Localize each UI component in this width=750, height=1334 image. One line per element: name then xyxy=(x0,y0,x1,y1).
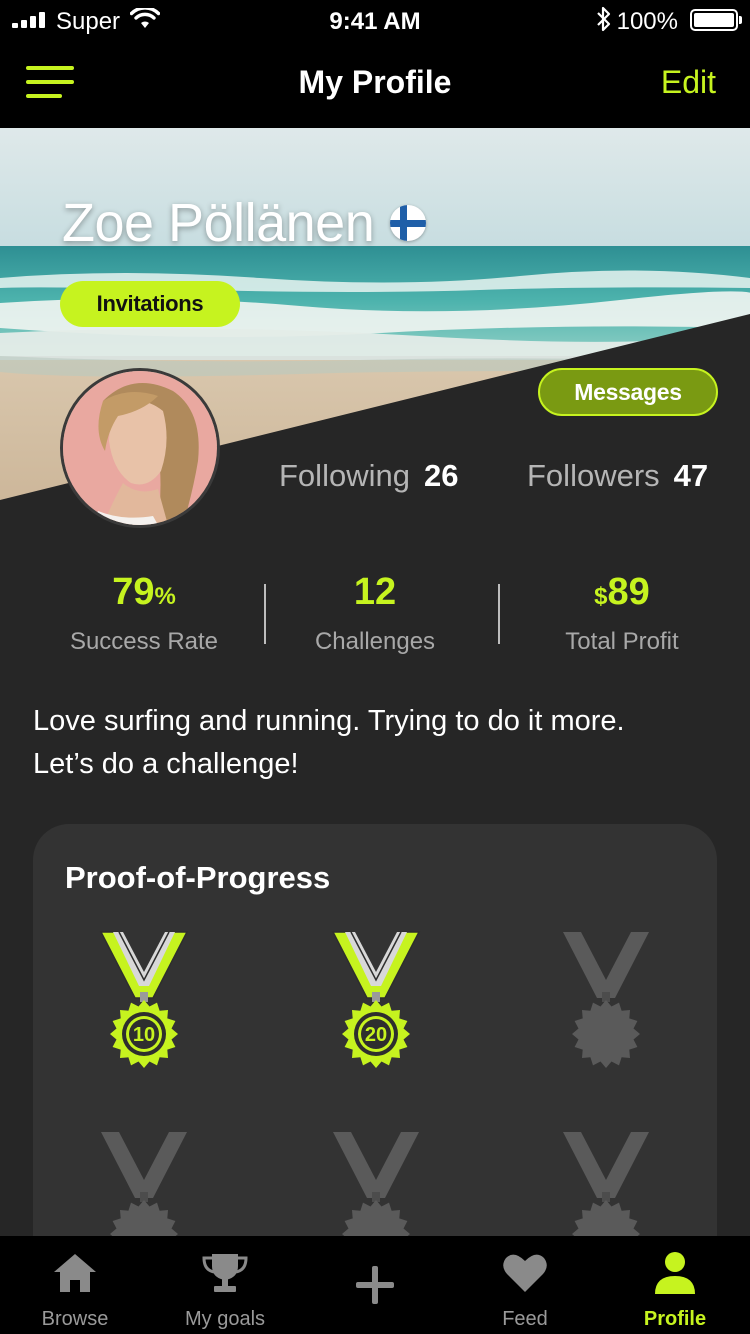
stats-row: 79% Success Rate 12 Challenges $89 Total… xyxy=(0,568,750,668)
medal-label: 10 xyxy=(133,1024,155,1046)
tab-label: Feed xyxy=(502,1308,548,1330)
heart-icon xyxy=(503,1254,547,1292)
avatar[interactable] xyxy=(60,368,220,528)
currency-symbol: $ xyxy=(594,583,608,610)
tab-label: My goals xyxy=(184,1308,266,1330)
tab-my-goals[interactable]: My goals xyxy=(150,1236,300,1334)
following-stat[interactable]: Following 26 xyxy=(279,458,458,494)
status-bar: Super 9:41 AM 100% xyxy=(0,0,750,40)
followers-label: Followers xyxy=(527,458,660,493)
total-profit-value: 89 xyxy=(607,571,650,613)
medal-label: 20 xyxy=(365,1024,387,1046)
followers-count: 47 xyxy=(673,458,709,493)
invitations-button[interactable]: Invitations xyxy=(60,281,240,327)
edit-button[interactable]: Edit xyxy=(661,64,716,101)
card-title: Proof-of-Progress xyxy=(65,860,331,895)
medal-earned[interactable]: 10 xyxy=(99,928,189,1068)
followers-stat[interactable]: Followers 47 xyxy=(527,458,708,494)
bio-line: Let’s do a challenge! xyxy=(33,748,299,780)
battery-percent: 100% xyxy=(616,8,678,35)
following-label: Following xyxy=(279,458,410,493)
person-icon xyxy=(655,1252,695,1294)
challenges-stat: 12 Challenges xyxy=(255,568,495,656)
nav-bar: My Profile Edit xyxy=(0,40,750,128)
tab-bar: Browse My goals Feed Profile xyxy=(0,1236,750,1334)
bio-line: Love surfing and running. Trying to do i… xyxy=(33,705,625,737)
total-profit-label: Total Profit xyxy=(565,628,679,655)
total-profit-stat: $89 Total Profit xyxy=(502,568,742,656)
success-rate-unit: % xyxy=(154,583,176,610)
finland-flag-icon xyxy=(390,205,426,241)
medal-earned[interactable]: 20 xyxy=(331,928,421,1068)
stat-divider xyxy=(498,584,500,644)
tab-label: Browse xyxy=(41,1308,109,1330)
profile-name: Zoe Pöllänen xyxy=(62,193,375,253)
tab-profile[interactable]: Profile xyxy=(600,1236,750,1334)
tab-feed[interactable]: Feed xyxy=(450,1236,600,1334)
challenges-value: 12 xyxy=(353,571,397,613)
following-count: 26 xyxy=(423,458,459,493)
bluetooth-icon xyxy=(597,6,611,32)
profile-bio: Love surfing and running. Trying to do i… xyxy=(33,700,723,786)
home-icon xyxy=(54,1254,96,1292)
success-rate-stat: 79% Success Rate xyxy=(24,568,264,656)
tab-label: Profile xyxy=(643,1308,707,1330)
page-title: My Profile xyxy=(298,64,452,100)
success-rate-value: 79 xyxy=(112,571,155,613)
plus-icon xyxy=(356,1266,394,1304)
medal-locked[interactable] xyxy=(561,928,651,1068)
trophy-icon xyxy=(202,1254,248,1292)
challenges-label: Challenges xyxy=(314,628,436,655)
proof-of-progress-card: Proof-of-Progress 10 20 xyxy=(33,824,717,1284)
tab-browse[interactable]: Browse xyxy=(0,1236,150,1334)
battery-icon xyxy=(690,9,742,31)
success-rate-label: Success Rate xyxy=(69,628,219,655)
messages-button[interactable]: Messages xyxy=(538,368,718,416)
tab-add[interactable] xyxy=(300,1236,450,1334)
